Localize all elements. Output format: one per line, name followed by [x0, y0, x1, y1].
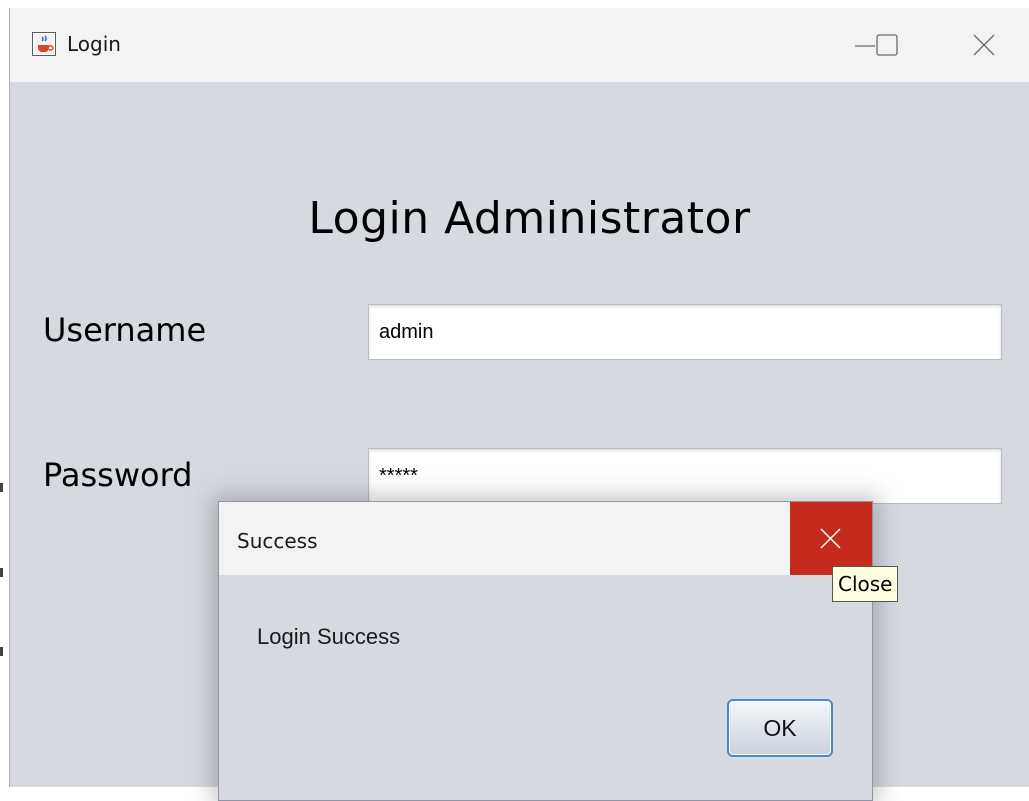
dialog-close-button[interactable] [790, 502, 872, 575]
page-title: Login Administrator [308, 193, 751, 244]
window-titlebar[interactable]: Login [10, 8, 1029, 82]
password-field[interactable]: ***** [368, 448, 1002, 504]
dialog-message: Login Success [257, 624, 401, 649]
success-dialog: Success Login Success OK [218, 501, 873, 801]
maximize-button[interactable] [857, 8, 917, 82]
maximize-icon [876, 34, 898, 56]
java-coffee-icon [32, 32, 56, 56]
password-label: Password [43, 456, 193, 494]
strip-mark [0, 568, 3, 577]
background-strip [0, 0, 9, 787]
username-label: Username [43, 311, 207, 349]
strip-mark [0, 483, 3, 492]
close-icon [820, 528, 841, 549]
close-icon [973, 34, 995, 56]
ok-button[interactable]: OK [727, 699, 833, 757]
close-tooltip: Close [832, 566, 899, 602]
window-title: Login [67, 32, 121, 56]
dialog-title: Success [237, 529, 318, 553]
strip-mark [0, 647, 3, 656]
username-input[interactable] [368, 304, 1002, 360]
close-button[interactable] [954, 8, 1014, 82]
dialog-titlebar[interactable]: Success [219, 502, 872, 575]
